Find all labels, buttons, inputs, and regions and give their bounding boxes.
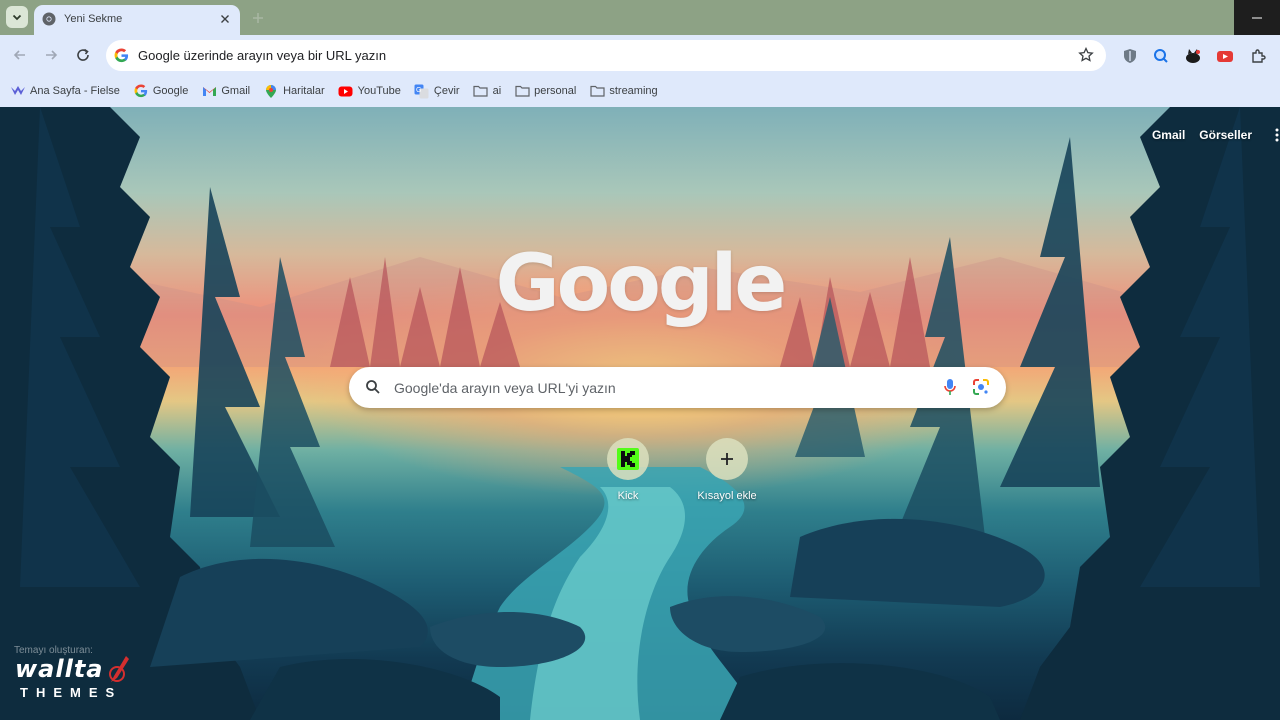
- reload-icon: [77, 48, 89, 61]
- shortcut-add[interactable]: Kısayol ekle: [687, 438, 767, 502]
- bookmark-gmail[interactable]: Gmail: [201, 79, 256, 103]
- bookmark-label: ai: [492, 85, 502, 97]
- bookmark-label: Gmail: [221, 85, 251, 97]
- images-link[interactable]: Görseller: [1199, 128, 1252, 142]
- bookmark-label: YouTube: [357, 85, 401, 97]
- fielse-icon: [10, 83, 26, 99]
- bookmark-folder-ai[interactable]: ai: [473, 79, 508, 103]
- minimize-icon: [1252, 17, 1262, 18]
- bookmark-label: Google: [152, 85, 189, 97]
- apps-menu-icon[interactable]: [1274, 127, 1280, 143]
- plus-icon: [721, 453, 733, 465]
- bookmark-label: streaming: [609, 85, 658, 97]
- youtube-extension-icon[interactable]: [1216, 47, 1234, 65]
- kick-icon: [617, 448, 639, 470]
- theme-brand-name: wallta: [15, 655, 104, 683]
- theme-brand-sub: THEMES: [20, 685, 123, 700]
- close-icon[interactable]: [217, 11, 233, 27]
- plus-icon: [253, 13, 263, 23]
- tab-new-tab[interactable]: Yeni Sekme: [34, 5, 240, 35]
- gmail-icon: [201, 83, 217, 99]
- gmail-link[interactable]: Gmail: [1152, 128, 1185, 142]
- shortcut-tile: [706, 438, 748, 480]
- tab-search-button[interactable]: [6, 6, 28, 28]
- chrome-icon: [42, 12, 56, 31]
- lens-extension-icon[interactable]: [1152, 47, 1170, 65]
- bookmark-label: Haritalar: [283, 85, 325, 97]
- folder-icon: [514, 83, 530, 99]
- bookmark-google[interactable]: Google: [133, 79, 194, 103]
- reload-button[interactable]: [71, 43, 95, 67]
- shortcut-kick[interactable]: Kick: [588, 438, 668, 502]
- bookmark-maps[interactable]: Haritalar: [263, 79, 331, 103]
- theme-background-image: [0, 107, 1280, 720]
- bookmark-youtube[interactable]: YouTube: [338, 79, 407, 103]
- bookmark-label: personal: [534, 85, 577, 97]
- arrow-left-icon: [13, 50, 25, 60]
- minimize-button[interactable]: [1234, 0, 1280, 35]
- theme-creator-logo[interactable]: wallta THEMES: [14, 650, 134, 702]
- shield-extension-icon[interactable]: [1121, 47, 1139, 65]
- folder-icon: [589, 83, 605, 99]
- bookmark-folder-streaming[interactable]: streaming: [589, 79, 663, 103]
- search-icon: [365, 379, 381, 400]
- tab-title: Yeni Sekme: [64, 13, 123, 25]
- brush-icon: [109, 656, 129, 682]
- shortcut-tile: [607, 438, 649, 480]
- bookmark-fielse[interactable]: Ana Sayfa - Fielse: [10, 79, 126, 103]
- google-icon: [114, 48, 129, 68]
- address-bar-placeholder: Google üzerinde arayın veya bir URL yazı…: [138, 48, 387, 63]
- folder-icon: [473, 83, 489, 99]
- ntp-search-box[interactable]: Google'da arayın veya URL'yi yazın: [349, 367, 1006, 408]
- google-logo: Google: [495, 239, 788, 329]
- star-icon[interactable]: [1078, 46, 1094, 68]
- translate-icon: G: [414, 83, 430, 99]
- google-lens-icon[interactable]: [972, 378, 990, 401]
- chevron-down-icon: [12, 14, 22, 21]
- cat-extension-icon[interactable]: [1184, 47, 1202, 65]
- search-placeholder: Google'da arayın veya URL'yi yazın: [394, 380, 616, 396]
- google-icon: [133, 83, 149, 99]
- shortcut-label: Kick: [617, 490, 639, 502]
- new-tab-page: Gmail Görseller Google Google'da arayın …: [0, 107, 1280, 720]
- youtube-icon: [338, 83, 354, 99]
- bookmark-folder-personal[interactable]: personal: [514, 79, 582, 103]
- svg-text:G: G: [416, 87, 421, 94]
- bookmark-translate[interactable]: G Çevir: [414, 79, 466, 103]
- address-bar[interactable]: Google üzerinde arayın veya bir URL yazı…: [106, 40, 1106, 71]
- arrow-right-icon: [46, 50, 58, 60]
- bookmark-label: Ana Sayfa - Fielse: [30, 85, 120, 97]
- shortcut-label: Kısayol ekle: [697, 490, 757, 502]
- new-tab-button[interactable]: [248, 8, 268, 28]
- tab-strip: Yeni Sekme: [0, 0, 1280, 35]
- toolbar: Google üzerinde arayın veya bir URL yazı…: [0, 35, 1280, 75]
- forward-button[interactable]: [39, 43, 63, 67]
- bookmarks-bar: Ana Sayfa - Fielse Google Gmail Haritala…: [0, 75, 1280, 107]
- back-button[interactable]: [8, 43, 32, 67]
- microphone-icon[interactable]: [943, 378, 957, 401]
- maps-icon: [263, 83, 279, 99]
- puzzle-icon[interactable]: [1249, 47, 1267, 65]
- bookmark-label: Çevir: [433, 85, 460, 97]
- ntp-top-links: Gmail Görseller: [1152, 128, 1252, 142]
